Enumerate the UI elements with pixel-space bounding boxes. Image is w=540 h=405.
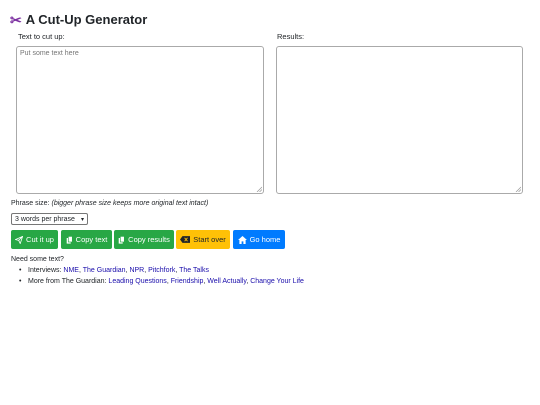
copy-results-label: Copy results (128, 235, 170, 244)
link-the-guardian[interactable]: The Guardian (83, 267, 126, 274)
phrase-size-row: Phrase size: (bigger phrase size keeps m… (11, 200, 208, 207)
phrase-size-hint: (bigger phrase size keeps more original … (51, 200, 209, 207)
scissors-icon: ✂ (10, 11, 22, 28)
link-pitchfork[interactable]: Pitchfork (148, 267, 175, 274)
copy-icon (118, 235, 125, 244)
copy-results-button[interactable]: Copy results (114, 230, 174, 249)
phrase-size-select[interactable]: 3 words per phrase ▾ (11, 213, 88, 225)
start-over-button[interactable]: Start over (176, 230, 230, 249)
link-nme[interactable]: NME (63, 267, 79, 274)
phrase-size-selected: 3 words per phrase (15, 215, 75, 223)
start-over-label: Start over (193, 235, 226, 244)
link-the-talks[interactable]: The Talks (179, 267, 209, 274)
page-title: ✂ A Cut-Up Generator (10, 12, 147, 27)
text-input-placeholder: Put some text here (20, 50, 79, 57)
results-output[interactable] (276, 46, 523, 194)
backspace-icon (180, 236, 191, 243)
page-title-text: A Cut-Up Generator (25, 12, 148, 27)
text-input[interactable]: Put some text here (16, 46, 264, 194)
link-change-your-life[interactable]: Change Your Life (250, 278, 304, 285)
go-home-label: Go home (249, 235, 281, 244)
copy-text-label: Copy text (75, 235, 108, 244)
chevron-down-icon: ▾ (80, 216, 84, 223)
list-item: Interviews: NME, The Guardian, NPR, Pitc… (19, 267, 304, 274)
paper-plane-icon (15, 235, 24, 244)
copy-icon (66, 235, 73, 244)
link-npr[interactable]: NPR (129, 267, 144, 274)
home-icon (237, 235, 247, 244)
list-item: More from The Guardian: Leading Question… (19, 278, 304, 285)
resize-grip-icon[interactable] (515, 186, 521, 192)
text-source-list: Interviews: NME, The Guardian, NPR, Pitc… (19, 267, 304, 289)
input-label: Text to cut up: (18, 32, 65, 41)
resize-grip-icon[interactable] (256, 186, 262, 192)
cut-it-up-button[interactable]: Cut it up (11, 230, 58, 249)
guardian-prefix: More from The Guardian: (28, 278, 107, 285)
link-leading-questions[interactable]: Leading Questions (108, 278, 166, 285)
results-label: Results: (277, 32, 305, 41)
link-friendship[interactable]: Friendship (171, 278, 204, 285)
go-home-button[interactable]: Go home (233, 230, 285, 249)
need-text-heading: Need some text? (11, 256, 64, 263)
interviews-prefix: Interviews: (28, 267, 62, 274)
link-well-actually[interactable]: Well Actually (207, 278, 246, 285)
cut-it-up-label: Cut it up (26, 235, 54, 244)
phrase-size-label: Phrase size: (11, 200, 50, 207)
copy-text-button[interactable]: Copy text (61, 230, 112, 249)
